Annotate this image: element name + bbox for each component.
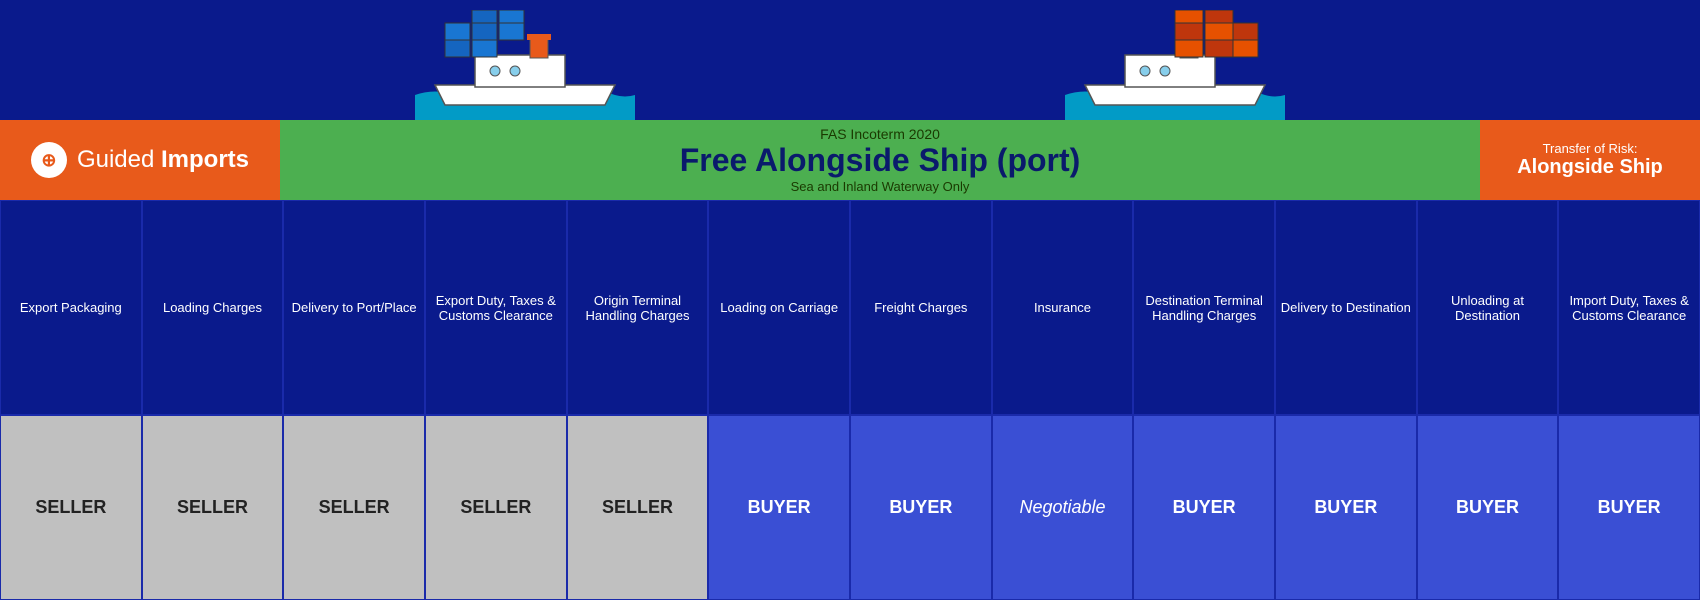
logo-text: Guided Imports: [77, 146, 249, 174]
col-header-freight-charges: Freight Charges: [850, 200, 992, 415]
col-value-import-duty: BUYER: [1558, 415, 1700, 600]
col-value-origin-terminal: SELLER: [567, 415, 709, 600]
col-value-loading-charges: SELLER: [142, 415, 284, 600]
table-grid: Export PackagingLoading ChargesDelivery …: [0, 200, 1700, 600]
logo-text-normal: Guided: [77, 146, 154, 173]
title-section: FAS Incoterm 2020 Free Alongside Ship (p…: [280, 120, 1480, 200]
col-header-destination-terminal: Destination Terminal Handling Charges: [1133, 200, 1275, 415]
col-value-destination-terminal: BUYER: [1133, 415, 1275, 600]
header-bar: ⊕ Guided Imports FAS Incoterm 2020 Free …: [0, 120, 1700, 200]
col-value-freight-charges: BUYER: [850, 415, 992, 600]
incoterm-subtitle: Sea and Inland Waterway Only: [791, 179, 970, 194]
page-wrapper: ⊕ Guided Imports FAS Incoterm 2020 Free …: [0, 0, 1700, 600]
col-header-export-packaging: Export Packaging: [0, 200, 142, 415]
logo-icon: ⊕: [31, 142, 67, 178]
logo-text-bold: Imports: [161, 146, 249, 173]
col-header-loading-charges: Loading Charges: [142, 200, 284, 415]
col-value-insurance: Negotiable: [992, 415, 1134, 600]
col-header-insurance: Insurance: [992, 200, 1134, 415]
ship-left-icon: [415, 10, 635, 120]
col-value-export-packaging: SELLER: [0, 415, 142, 600]
ship-right-icon: [1065, 10, 1285, 120]
col-value-export-duty: SELLER: [425, 415, 567, 600]
table-section: Export PackagingLoading ChargesDelivery …: [0, 200, 1700, 600]
incoterm-title: Free Alongside Ship (port): [680, 142, 1081, 179]
col-header-import-duty: Import Duty, Taxes & Customs Clearance: [1558, 200, 1700, 415]
col-header-origin-terminal: Origin Terminal Handling Charges: [567, 200, 709, 415]
col-header-export-duty: Export Duty, Taxes & Customs Clearance: [425, 200, 567, 415]
col-value-delivery-to-destination: BUYER: [1275, 415, 1417, 600]
col-header-unloading-at-destination: Unloading at Destination: [1417, 200, 1559, 415]
incoterm-label: FAS Incoterm 2020: [820, 126, 940, 142]
col-value-delivery-to-port: SELLER: [283, 415, 425, 600]
col-value-unloading-at-destination: BUYER: [1417, 415, 1559, 600]
col-value-loading-on-carriage: BUYER: [708, 415, 850, 600]
col-header-delivery-to-port: Delivery to Port/Place: [283, 200, 425, 415]
col-header-loading-on-carriage: Loading on Carriage: [708, 200, 850, 415]
logo-section: ⊕ Guided Imports: [0, 120, 280, 200]
ships-row: [0, 0, 1700, 120]
risk-section: Transfer of Risk: Alongside Ship: [1480, 120, 1700, 200]
col-header-delivery-to-destination: Delivery to Destination: [1275, 200, 1417, 415]
risk-value: Alongside Ship: [1517, 156, 1663, 179]
risk-label: Transfer of Risk:: [1543, 141, 1638, 156]
